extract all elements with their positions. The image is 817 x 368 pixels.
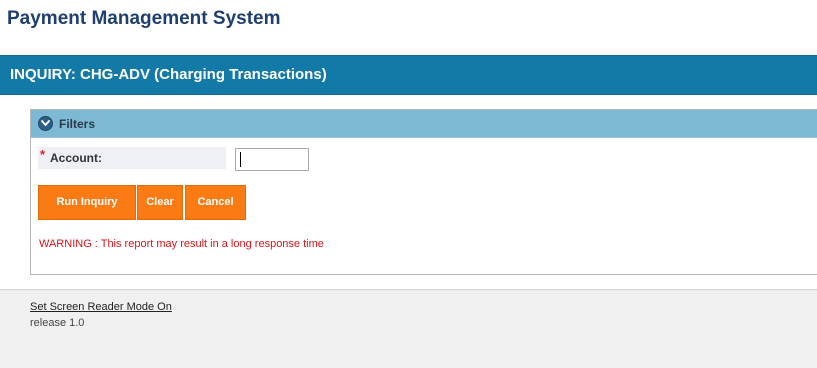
release-version: release 1.0	[30, 317, 85, 329]
screen-reader-mode-link[interactable]: Set Screen Reader Mode On	[30, 300, 172, 314]
page-banner: INQUIRY: CHG-ADV (Charging Transactions)	[0, 55, 817, 95]
filters-header[interactable]: Filters	[31, 110, 817, 138]
app-header: Payment Management System	[0, 0, 817, 55]
required-marker: *	[40, 147, 46, 162]
account-label: Account:	[50, 151, 102, 165]
run-inquiry-button[interactable]: Run Inquiry	[38, 185, 136, 220]
account-label-cell: * Account:	[38, 147, 226, 169]
cancel-button[interactable]: Cancel	[185, 185, 246, 220]
warning-message: WARNING : This report may result in a lo…	[39, 238, 324, 250]
clear-button[interactable]: Clear	[137, 185, 183, 220]
account-input[interactable]	[235, 148, 309, 171]
filters-title: Filters	[59, 117, 96, 131]
footer: Set Screen Reader Mode On release 1.0	[0, 289, 817, 368]
chevron-down-icon[interactable]	[38, 116, 53, 131]
page-title: INQUIRY: CHG-ADV (Charging Transactions)	[10, 66, 327, 83]
filters-panel: Filters * Account: Run Inquiry Clear Can…	[30, 109, 817, 275]
app-title: Payment Management System	[7, 8, 281, 29]
text-cursor	[240, 152, 241, 167]
